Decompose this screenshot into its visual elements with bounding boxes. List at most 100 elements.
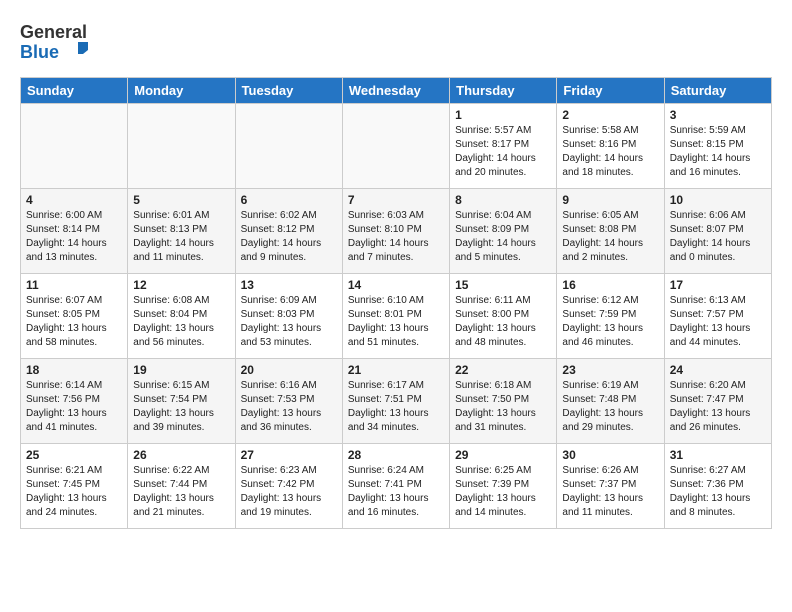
day-info: Sunrise: 6:03 AM Sunset: 8:10 PM Dayligh… — [348, 209, 444, 265]
calendar-cell: 29 Sunrise: 6:25 AM Sunset: 7:39 PM Dayli… — [450, 444, 557, 529]
calendar-cell: 18 Sunrise: 6:14 AM Sunset: 7:56 PM Dayli… — [21, 359, 128, 444]
logo-svg: General Blue — [20, 16, 110, 64]
day-number: 10 — [670, 193, 766, 207]
day-number: 6 — [241, 193, 337, 207]
day-number: 3 — [670, 108, 766, 122]
day-info: Sunrise: 6:21 AM Sunset: 7:45 PM Dayligh… — [26, 464, 122, 520]
day-info: Sunrise: 5:58 AM Sunset: 8:16 PM Dayligh… — [562, 124, 658, 180]
day-info: Sunrise: 6:09 AM Sunset: 8:03 PM Dayligh… — [241, 294, 337, 350]
calendar-cell: 12 Sunrise: 6:08 AM Sunset: 8:04 PM Dayli… — [128, 274, 235, 359]
calendar-cell: 23 Sunrise: 6:19 AM Sunset: 7:48 PM Dayli… — [557, 359, 664, 444]
day-number: 4 — [26, 193, 122, 207]
day-info: Sunrise: 6:01 AM Sunset: 8:13 PM Dayligh… — [133, 209, 229, 265]
day-info: Sunrise: 6:15 AM Sunset: 7:54 PM Dayligh… — [133, 379, 229, 435]
day-info: Sunrise: 6:19 AM Sunset: 7:48 PM Dayligh… — [562, 379, 658, 435]
day-number: 23 — [562, 363, 658, 377]
weekday-header-row: Sunday Monday Tuesday Wednesday Thursday… — [21, 78, 772, 104]
svg-text:Blue: Blue — [20, 42, 59, 62]
day-number: 11 — [26, 278, 122, 292]
header-friday: Friday — [557, 78, 664, 104]
logo: General Blue — [20, 16, 110, 69]
day-info: Sunrise: 6:05 AM Sunset: 8:08 PM Dayligh… — [562, 209, 658, 265]
calendar-cell: 16Sunrise: 6:12 AM Sunset: 7:59 PM Dayli… — [557, 274, 664, 359]
day-info: Sunrise: 6:02 AM Sunset: 8:12 PM Dayligh… — [241, 209, 337, 265]
calendar-cell: 13 Sunrise: 6:09 AM Sunset: 8:03 PM Dayli… — [235, 274, 342, 359]
logo-text-block: General Blue — [20, 16, 110, 69]
day-number: 25 — [26, 448, 122, 462]
day-number: 12 — [133, 278, 229, 292]
calendar-cell: 27Sunrise: 6:23 AM Sunset: 7:42 PM Dayli… — [235, 444, 342, 529]
calendar-cell: 6 Sunrise: 6:02 AM Sunset: 8:12 PM Daylig… — [235, 189, 342, 274]
calendar-cell — [235, 104, 342, 189]
calendar-cell: 15 Sunrise: 6:11 AM Sunset: 8:00 PM Dayli… — [450, 274, 557, 359]
day-info: Sunrise: 6:25 AM Sunset: 7:39 PM Dayligh… — [455, 464, 551, 520]
day-number: 14 — [348, 278, 444, 292]
calendar-cell: 7 Sunrise: 6:03 AM Sunset: 8:10 PM Daylig… — [342, 189, 449, 274]
day-number: 21 — [348, 363, 444, 377]
day-info: Sunrise: 6:14 AM Sunset: 7:56 PM Dayligh… — [26, 379, 122, 435]
day-number: 22 — [455, 363, 551, 377]
day-info: Sunrise: 5:59 AM Sunset: 8:15 PM Dayligh… — [670, 124, 766, 180]
calendar-cell: 10 Sunrise: 6:06 AM Sunset: 8:07 PM Dayli… — [664, 189, 771, 274]
calendar-cell: 11Sunrise: 6:07 AM Sunset: 8:05 PM Dayli… — [21, 274, 128, 359]
calendar-cell: 30Sunrise: 6:26 AM Sunset: 7:37 PM Dayli… — [557, 444, 664, 529]
day-info: Sunrise: 6:17 AM Sunset: 7:51 PM Dayligh… — [348, 379, 444, 435]
calendar-cell: 22 Sunrise: 6:18 AM Sunset: 7:50 PM Dayli… — [450, 359, 557, 444]
header-monday: Monday — [128, 78, 235, 104]
day-info: Sunrise: 6:10 AM Sunset: 8:01 PM Dayligh… — [348, 294, 444, 350]
header-wednesday: Wednesday — [342, 78, 449, 104]
day-number: 29 — [455, 448, 551, 462]
day-number: 28 — [348, 448, 444, 462]
day-info: Sunrise: 6:16 AM Sunset: 7:53 PM Dayligh… — [241, 379, 337, 435]
day-info: Sunrise: 6:13 AM Sunset: 7:57 PM Dayligh… — [670, 294, 766, 350]
day-number: 7 — [348, 193, 444, 207]
calendar-cell — [342, 104, 449, 189]
day-number: 30 — [562, 448, 658, 462]
header: General Blue — [20, 16, 772, 69]
page: General Blue Sunday Monday Tuesday Wedne… — [0, 0, 792, 539]
day-info: Sunrise: 5:57 AM Sunset: 8:17 PM Dayligh… — [455, 124, 551, 180]
calendar-week-row: 4Sunrise: 6:00 AM Sunset: 8:14 PM Daylig… — [21, 189, 772, 274]
calendar-cell: 20Sunrise: 6:16 AM Sunset: 7:53 PM Dayli… — [235, 359, 342, 444]
calendar-cell: 21 Sunrise: 6:17 AM Sunset: 7:51 PM Dayli… — [342, 359, 449, 444]
day-number: 13 — [241, 278, 337, 292]
day-info: Sunrise: 6:08 AM Sunset: 8:04 PM Dayligh… — [133, 294, 229, 350]
calendar-table: Sunday Monday Tuesday Wednesday Thursday… — [20, 77, 772, 529]
day-info: Sunrise: 6:06 AM Sunset: 8:07 PM Dayligh… — [670, 209, 766, 265]
day-number: 2 — [562, 108, 658, 122]
calendar-cell: 9 Sunrise: 6:05 AM Sunset: 8:08 PM Daylig… — [557, 189, 664, 274]
day-number: 24 — [670, 363, 766, 377]
calendar-cell — [21, 104, 128, 189]
calendar-cell: 25 Sunrise: 6:21 AM Sunset: 7:45 PM Dayli… — [21, 444, 128, 529]
svg-text:General: General — [20, 22, 87, 42]
calendar-cell: 5Sunrise: 6:01 AM Sunset: 8:13 PM Daylig… — [128, 189, 235, 274]
day-number: 15 — [455, 278, 551, 292]
header-thursday: Thursday — [450, 78, 557, 104]
day-info: Sunrise: 6:23 AM Sunset: 7:42 PM Dayligh… — [241, 464, 337, 520]
calendar-cell: 24Sunrise: 6:20 AM Sunset: 7:47 PM Dayli… — [664, 359, 771, 444]
calendar-cell: 26 Sunrise: 6:22 AM Sunset: 7:44 PM Dayli… — [128, 444, 235, 529]
calendar-cell — [128, 104, 235, 189]
header-tuesday: Tuesday — [235, 78, 342, 104]
calendar-cell: 3 Sunrise: 5:59 AM Sunset: 8:15 PM Daylig… — [664, 104, 771, 189]
calendar-week-row: 25 Sunrise: 6:21 AM Sunset: 7:45 PM Dayli… — [21, 444, 772, 529]
calendar-cell: 28Sunrise: 6:24 AM Sunset: 7:41 PM Dayli… — [342, 444, 449, 529]
calendar-week-row: 11Sunrise: 6:07 AM Sunset: 8:05 PM Dayli… — [21, 274, 772, 359]
day-number: 18 — [26, 363, 122, 377]
day-number: 26 — [133, 448, 229, 462]
day-info: Sunrise: 6:22 AM Sunset: 7:44 PM Dayligh… — [133, 464, 229, 520]
day-info: Sunrise: 6:18 AM Sunset: 7:50 PM Dayligh… — [455, 379, 551, 435]
calendar-cell: 14 Sunrise: 6:10 AM Sunset: 8:01 PM Dayli… — [342, 274, 449, 359]
day-number: 31 — [670, 448, 766, 462]
day-number: 1 — [455, 108, 551, 122]
calendar-cell: 8Sunrise: 6:04 AM Sunset: 8:09 PM Daylig… — [450, 189, 557, 274]
header-saturday: Saturday — [664, 78, 771, 104]
calendar-cell: 2 Sunrise: 5:58 AM Sunset: 8:16 PM Daylig… — [557, 104, 664, 189]
day-number: 9 — [562, 193, 658, 207]
header-sunday: Sunday — [21, 78, 128, 104]
day-info: Sunrise: 6:27 AM Sunset: 7:36 PM Dayligh… — [670, 464, 766, 520]
calendar-week-row: 1 Sunrise: 5:57 AM Sunset: 8:17 PM Daylig… — [21, 104, 772, 189]
day-number: 17 — [670, 278, 766, 292]
day-info: Sunrise: 6:11 AM Sunset: 8:00 PM Dayligh… — [455, 294, 551, 350]
calendar-cell: 19Sunrise: 6:15 AM Sunset: 7:54 PM Dayli… — [128, 359, 235, 444]
